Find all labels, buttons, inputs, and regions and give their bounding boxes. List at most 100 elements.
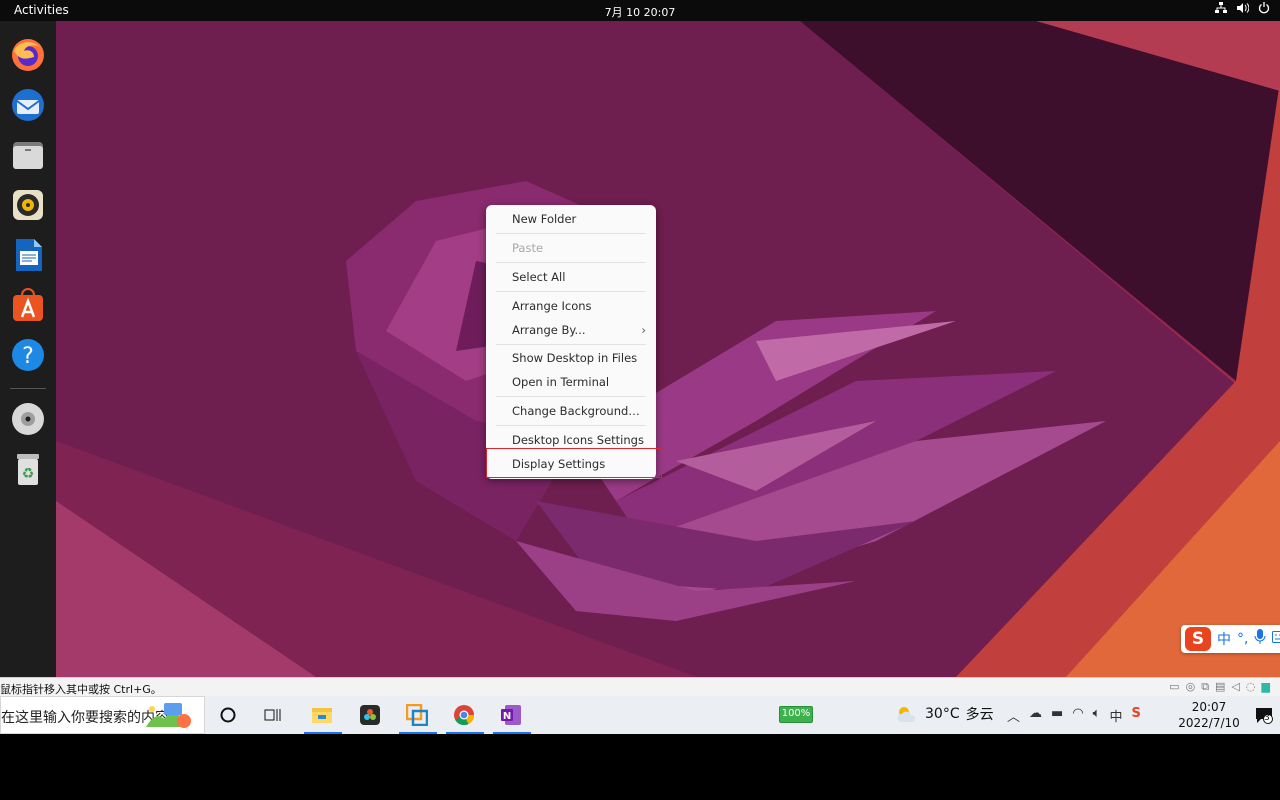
files-icon — [10, 137, 46, 173]
menu-separator — [496, 396, 646, 397]
network-icon[interactable] — [1215, 2, 1227, 17]
firefox-icon — [10, 37, 46, 73]
ubuntu-top-bar: Activities 7月 10 20:07 — [0, 0, 1280, 21]
top-bar-tray[interactable] — [1215, 2, 1270, 17]
running-indicator — [399, 732, 437, 734]
sogou-ime-toolbar[interactable]: S 中 °, — [1181, 625, 1280, 653]
help-icon: ? — [10, 337, 46, 373]
taskbar-chrome[interactable] — [446, 699, 482, 731]
software-icon — [10, 287, 46, 323]
battery-icon[interactable]: ▬ — [1051, 706, 1063, 725]
taskbar-date: 2022/7/10 — [1178, 715, 1240, 731]
cd-icon[interactable]: ◎ — [1186, 680, 1196, 694]
power-icon[interactable] — [1258, 2, 1270, 17]
taskbar-time: 20:07 — [1178, 699, 1240, 715]
sogou-tray-icon[interactable]: S — [1131, 706, 1140, 725]
top-bar-clock[interactable]: 7月 10 20:07 — [0, 4, 1280, 20]
menu-item-open-in-terminal[interactable]: Open in Terminal — [486, 371, 656, 393]
chevron-up-icon[interactable]: ︿ — [1007, 706, 1020, 725]
task-view-button[interactable] — [255, 699, 291, 731]
desktop-context-menu: New Folder Paste Select All Arrange Icon… — [486, 205, 656, 479]
taskbar-clock[interactable]: 20:07 2022/7/10 — [1178, 699, 1240, 731]
dock-writer[interactable] — [8, 235, 48, 275]
weather-temperature: 30°C — [925, 706, 960, 722]
task-view-icon — [264, 707, 282, 723]
weather-description: 多云 — [966, 704, 994, 724]
message-icon[interactable]: ▆ — [1262, 680, 1270, 694]
usb-icon[interactable]: ◌ — [1246, 680, 1256, 694]
hdd-icon[interactable]: ▭ — [1169, 680, 1179, 694]
menu-separator — [496, 262, 646, 263]
vm-status-strip: 鼠标指针移入其中或按 Ctrl+G。 ▭ ◎ ⧉ ▤ ◁ ◌ ▆ — [0, 677, 1280, 696]
ubuntu-dock: ? ♻ — [0, 21, 56, 677]
trash-icon: ♻ — [10, 451, 46, 487]
writer-icon — [10, 237, 46, 273]
svg-text:?: ? — [22, 344, 34, 369]
dock-thunderbird[interactable] — [8, 85, 48, 125]
dock-trash[interactable]: ♻ — [8, 449, 48, 489]
notification-center-button[interactable]: 3 — [1255, 706, 1273, 728]
svg-text:N: N — [503, 711, 511, 722]
menu-item-arrange-by-label: Arrange By... — [512, 323, 586, 337]
screen: Activities 7月 10 20:07 — [0, 0, 1280, 800]
ime-mode-toggle[interactable]: 中 — [1217, 629, 1231, 649]
desktop[interactable]: S 中 °, — [56, 21, 1280, 677]
menu-item-change-background[interactable]: Change Background… — [486, 400, 656, 422]
running-indicator — [493, 732, 531, 734]
vm-device-icons: ▭ ◎ ⧉ ▤ ◁ ◌ ▆ — [1169, 680, 1270, 694]
chevron-right-icon: › — [641, 319, 646, 341]
menu-separator — [496, 233, 646, 234]
dock-separator — [10, 388, 46, 389]
wifi-icon[interactable]: ◠ — [1072, 706, 1083, 725]
status-hint-text: 鼠标指针移入其中或按 Ctrl+G。 — [0, 681, 162, 697]
menu-item-show-desktop-in-files[interactable]: Show Desktop in Files — [486, 347, 656, 369]
volume-icon[interactable] — [1236, 2, 1249, 17]
vmware-icon — [406, 704, 428, 726]
menu-item-paste: Paste — [486, 237, 656, 259]
network-adapter-icon[interactable]: ⧉ — [1201, 680, 1209, 694]
menu-item-new-folder[interactable]: New Folder — [486, 208, 656, 230]
taskbar-davinci[interactable] — [352, 699, 388, 731]
wallpaper-image — [56, 21, 1280, 677]
onenote-icon: N — [500, 704, 522, 726]
printer-icon[interactable]: ▤ — [1215, 680, 1225, 694]
dock-files[interactable] — [8, 135, 48, 175]
onedrive-icon[interactable]: ☁ — [1029, 706, 1042, 725]
dock-rhythmbox[interactable] — [8, 185, 48, 225]
search-highlight-icon — [144, 701, 194, 731]
mic-icon[interactable] — [1254, 629, 1266, 649]
windows-taskbar: 在这里输入你要搜索的内容 N 100% — [0, 696, 1280, 734]
menu-item-arrange-by[interactable]: Arrange By... › — [486, 319, 656, 341]
menu-item-arrange-icons[interactable]: Arrange Icons — [486, 295, 656, 317]
ime-language-indicator[interactable]: 中 — [1109, 706, 1122, 725]
cortana-icon — [220, 707, 236, 723]
menu-separator — [496, 344, 646, 345]
speaker-icon[interactable]: 🔈︎ — [1093, 706, 1101, 725]
taskbar-search-box[interactable]: 在这里输入你要搜索的内容 — [0, 696, 205, 734]
system-tray: ︿ ☁ ▬ ◠ 🔈︎ 中 S — [1007, 706, 1141, 725]
keyboard-icon[interactable] — [1272, 631, 1280, 647]
disc-icon — [10, 401, 46, 437]
sound-icon[interactable]: ◁ — [1231, 680, 1239, 694]
taskbar-file-explorer[interactable] — [304, 699, 340, 731]
menu-separator — [496, 425, 646, 426]
dock-firefox[interactable] — [8, 35, 48, 75]
weather-widget[interactable]: 30°C 多云 — [895, 704, 994, 724]
taskbar-vmware[interactable] — [399, 699, 435, 731]
menu-item-select-all[interactable]: Select All — [486, 266, 656, 288]
taskbar-onenote[interactable]: N — [493, 699, 529, 731]
battery-indicator[interactable]: 100% — [779, 706, 813, 723]
dock-help[interactable]: ? — [8, 335, 48, 375]
dock-software[interactable] — [8, 285, 48, 325]
file-explorer-icon — [311, 706, 333, 724]
chrome-icon — [453, 704, 475, 726]
dock-dvd[interactable] — [8, 399, 48, 439]
display-settings-highlight — [486, 448, 662, 478]
cortana-button[interactable] — [210, 699, 246, 731]
running-indicator — [304, 732, 342, 734]
menu-separator — [496, 291, 646, 292]
partly-cloudy-icon — [895, 705, 919, 723]
sogou-logo[interactable]: S — [1185, 627, 1211, 651]
notification-count: 3 — [1264, 713, 1270, 723]
ime-punct-toggle[interactable]: °, — [1237, 631, 1248, 647]
